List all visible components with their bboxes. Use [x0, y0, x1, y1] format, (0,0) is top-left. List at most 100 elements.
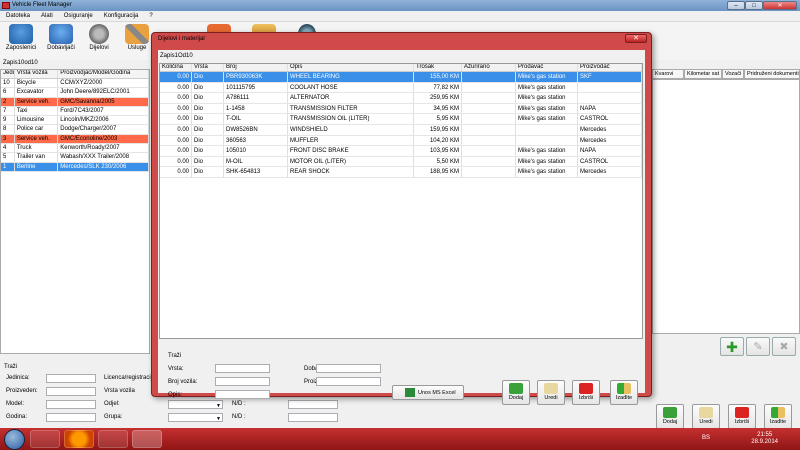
model-input[interactable] — [46, 400, 96, 409]
part-row[interactable]: 0.00 Dio T-OIL TRANSMISSION OIL (LITER) 5,95… — [160, 114, 642, 125]
vrsta-input[interactable] — [215, 364, 270, 373]
label-godina: Godina: — [6, 414, 28, 420]
main-dodaj-button[interactable]: Dodaj — [656, 404, 684, 429]
label-nd-1: N/D : — [232, 401, 246, 407]
dijelovi-button[interactable]: Dijelovi — [80, 24, 118, 58]
main-izbrisi-button[interactable]: Izbriši — [728, 404, 756, 429]
col-kolicina[interactable]: Količina — [160, 64, 192, 71]
right-delete-button[interactable]: ✖ — [772, 337, 796, 356]
dialog-izadi-button[interactable]: Izađite — [610, 380, 638, 405]
vehicle-row[interactable]: 8 Police car Dodge/Charger/2007 — [1, 125, 149, 135]
part-row[interactable]: 0.00 Dio 101115795 COOLANT HOSE 77,82 KM Mike… — [160, 82, 642, 94]
part-cell-broj: T-OIL — [224, 114, 288, 124]
part-row[interactable]: 0.00 Dio DW8526BN WINDSHIELD 159,95 KM Merced… — [160, 124, 642, 136]
clock[interactable]: 21:55 28.9.2014 — [751, 432, 778, 446]
part-cell-qty: 0.00 — [160, 93, 192, 103]
dialog-izbrisi-button[interactable]: Izbriši — [572, 380, 600, 405]
col-trosak[interactable]: Trošak — [414, 64, 462, 71]
part-row[interactable]: 0.00 Dio A786111 ALTERNATOR 259,95 KM Mike's … — [160, 93, 642, 104]
part-cell-qty: 0.00 — [160, 82, 192, 93]
dialog-record-counter: Zapis1Od10 — [160, 53, 193, 59]
excel-import-button[interactable]: Unos MS Excel — [392, 385, 464, 400]
col-vrsta[interactable]: Vrsta — [192, 64, 224, 71]
part-row[interactable]: 0.00 Dio 1-1458 TRANSMISSION FILTER 34,95 KM… — [160, 103, 642, 115]
vehicle-cell-model: Wabash/XXX Trailer/2008 — [58, 153, 149, 162]
tab-kilometar-sat[interactable]: Kilometar sat — [684, 69, 722, 79]
menu-datoteka[interactable]: Datoteka — [6, 13, 30, 19]
dobavljaci-button[interactable]: Dobavljači — [42, 24, 80, 58]
opis-input[interactable] — [215, 390, 270, 399]
vehicle-row[interactable]: 3 Service veh. GMC/Econoline/2003 — [1, 134, 149, 145]
vehicle-row[interactable]: 5 Trailer van Wabash/XXX Trailer/2008 — [1, 153, 149, 163]
col-vrsta-vozila[interactable]: Vrsta vozila — [15, 70, 59, 78]
vehicle-row[interactable]: 1 Berline Mercedes/SLK 230/2006 — [1, 162, 149, 172]
vehicle-cell-id: 7 — [1, 106, 15, 116]
part-row[interactable]: 0.00 Dio M-OIL MOTOR OIL (LITER) 5,50 KM Mike… — [160, 156, 642, 168]
tab-kvarovi[interactable]: Kvarovi — [652, 69, 684, 79]
taskbar-browser-icon[interactable] — [64, 430, 94, 448]
vehicle-row[interactable]: 9 Limousine Lincoln/MKZ/2006 — [1, 116, 149, 126]
zaposlenici-button[interactable]: Zaposlenici — [2, 24, 40, 58]
close-button[interactable]: ✕ — [763, 1, 797, 10]
menu-konfiguracija[interactable]: Konfiguracija — [104, 13, 139, 19]
nd1-input[interactable] — [288, 400, 338, 409]
menu-osiguranje[interactable]: Osiguranje — [64, 13, 93, 19]
start-button[interactable] — [4, 429, 25, 450]
col-jedinica[interactable]: Jedinic — [1, 70, 15, 78]
part-cell-prodavac: Mike's gas station — [516, 114, 578, 124]
maximize-button[interactable]: □ — [745, 1, 763, 10]
right-edit-button[interactable]: ✎ — [746, 337, 770, 356]
proizveden-input[interactable] — [46, 387, 96, 396]
nd2-input[interactable] — [288, 413, 338, 422]
vehicle-grid: Jedinic Vrsta vozila Proizvodjac/Model/G… — [0, 69, 150, 354]
col-azurirano[interactable]: Ažurirano — [462, 64, 516, 71]
part-cell-vrsta: Dio — [192, 135, 224, 146]
part-cell-vrsta: Dio — [192, 167, 224, 177]
tab-vozaci[interactable]: Vozači — [722, 69, 744, 79]
label-odjel: Odjel: — [104, 401, 120, 407]
broj-vozila-input[interactable] — [215, 377, 270, 386]
col-broj[interactable]: Broj — [224, 64, 288, 71]
jedinica-input[interactable] — [46, 374, 96, 383]
dialog-uredi-button[interactable]: Uredi — [537, 380, 565, 405]
pencil-icon: ✎ — [753, 341, 763, 353]
main-uredi-button[interactable]: Uredi — [692, 404, 720, 429]
language-indicator[interactable]: BS — [702, 435, 710, 441]
right-add-button[interactable]: ✚ — [720, 337, 744, 356]
menu-bar: Datoteka Alati Osiguranje Konfiguracija? — [0, 11, 800, 22]
part-row[interactable]: 0.00 Dio 105010 FRONT DISC BRAKE 103,95 KM Mi… — [160, 146, 642, 157]
taskbar-app-icon[interactable] — [98, 430, 128, 448]
odjel-combo[interactable]: ▼ — [168, 400, 223, 409]
godina-input[interactable] — [46, 413, 96, 422]
part-row[interactable]: 0.00 Dio SHK-654813 REAR SHOCK 188,95 KM Mike… — [160, 167, 642, 178]
exit-icon — [771, 407, 785, 418]
dialog-close-button[interactable]: ✕ — [625, 34, 647, 43]
vehicle-row[interactable]: 7 Taxi Ford/7C43/2007 — [1, 106, 149, 117]
vehicle-row[interactable]: 4 Truck Kenworth/Roady/2007 — [1, 144, 149, 154]
vehicle-row[interactable]: 2 Service veh. GMC/Savanna/2005 — [1, 97, 149, 107]
dialog-dodaj-button[interactable]: Dodaj — [502, 380, 530, 405]
menu-help[interactable]: ? — [149, 13, 152, 19]
col-proizvodac[interactable]: Proizvođač — [578, 64, 642, 71]
exit-icon — [617, 383, 631, 394]
grupa-combo[interactable]: ▼ — [168, 413, 223, 422]
vehicle-row[interactable]: 10 Bicycle CCM/XYZ/2000 — [1, 79, 149, 89]
minimize-button[interactable]: – — [727, 1, 745, 10]
part-cell-prodavac: Mike's gas station — [516, 146, 578, 156]
dobavljac-input[interactable] — [316, 364, 381, 373]
vehicle-row[interactable]: 6 Excavator John Deere/892ELC/2001 — [1, 88, 149, 98]
vehicle-cell-type: Service veh. — [15, 134, 59, 144]
main-izadi-button[interactable]: Izađite — [764, 404, 792, 429]
col-prodavac[interactable]: Prodavač — [516, 64, 578, 71]
part-cell-trosak: 104,20 KM — [414, 135, 462, 146]
taskbar-fleet-manager[interactable] — [132, 430, 162, 448]
col-opis[interactable]: Opis — [288, 64, 414, 71]
col-model[interactable]: Proizvodjac/Model/Godina — [58, 70, 149, 78]
menu-alati[interactable]: Alati — [41, 13, 53, 19]
chevron-down-icon: ▼ — [216, 416, 221, 422]
tab-pridruzeni-dokumenti[interactable]: Pridruženi dokumenti — [744, 69, 800, 79]
part-row[interactable]: 0.00 Dio PBR930063K WHEEL BEARING 155,00 KM M… — [160, 72, 642, 83]
taskbar-media-icon[interactable] — [30, 430, 60, 448]
proizvodac-input[interactable] — [316, 377, 381, 386]
part-row[interactable]: 0.00 Dio 360563 MUFFLER 104,20 KM Mercedes — [160, 135, 642, 147]
